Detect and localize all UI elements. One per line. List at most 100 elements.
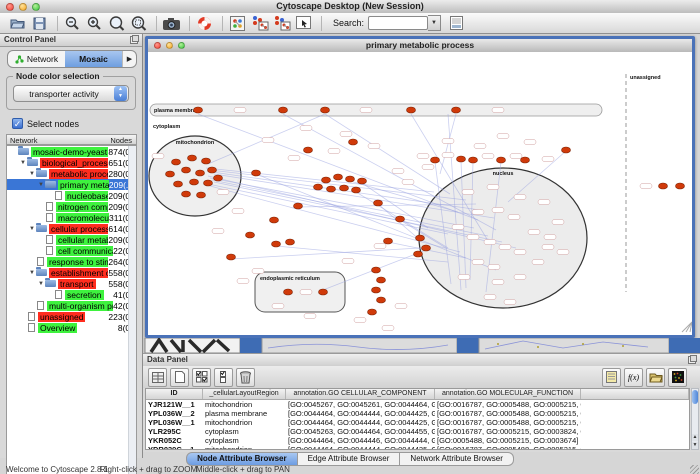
tree-row-transport[interactable]: ▼transport558(0) <box>7 278 136 289</box>
network-node[interactable] <box>319 289 328 295</box>
float-panel-icon[interactable] <box>688 356 696 364</box>
network-view-window[interactable]: primary metabolic process plasma membran… <box>145 36 695 338</box>
network-node[interactable] <box>190 179 199 185</box>
delete-attribute-icon[interactable] <box>236 368 255 387</box>
network-node[interactable] <box>204 180 213 186</box>
tree-scrollbar[interactable] <box>128 146 136 474</box>
table-row[interactable]: YDR039C__1mitochondrion[GO:0044464, GO:0… <box>146 445 689 450</box>
network-node[interactable] <box>284 289 293 295</box>
unselect-attributes-icon[interactable] <box>214 368 233 387</box>
float-panel-icon[interactable] <box>130 36 138 44</box>
network-node[interactable] <box>196 170 205 176</box>
select-attributes-icon[interactable] <box>192 368 211 387</box>
help-icon[interactable] <box>195 15 214 32</box>
resize-grip[interactable] <box>690 465 699 474</box>
expander-icon[interactable]: ▼ <box>28 270 36 276</box>
tree-row-nitrogen-compo[interactable]: nitrogen compo209(0) <box>7 201 136 212</box>
network-node[interactable] <box>497 157 506 163</box>
tab-network[interactable]: Network <box>8 51 65 67</box>
attribute-page-icon[interactable] <box>447 15 466 32</box>
node-attribute-table[interactable]: ID_cellularLayoutRegionannotation.GO CEL… <box>145 388 690 450</box>
network-node[interactable] <box>188 155 197 161</box>
tree-row-response-to-stimulu[interactable]: response to stimulu264(0) <box>7 256 136 267</box>
network-node[interactable] <box>384 238 393 244</box>
network-node[interactable] <box>246 232 255 238</box>
expander-icon[interactable]: ▼ <box>37 281 45 287</box>
tree-row-cellular-metabo[interactable]: cellular metabo209(0) <box>7 234 136 245</box>
table-scrollbar[interactable]: ▲ ▼ <box>691 388 699 450</box>
network-canvas[interactable]: plasma membranecytoplasmmitochondrionnuc… <box>148 52 692 335</box>
network-node[interactable] <box>374 200 383 206</box>
snapshot-icon[interactable] <box>162 15 181 32</box>
network-node[interactable] <box>208 167 217 173</box>
table-header-row[interactable]: ID_cellularLayoutRegionannotation.GO CEL… <box>146 389 689 400</box>
network-node[interactable] <box>676 183 685 189</box>
network-node[interactable] <box>321 107 330 113</box>
zoom-in-icon[interactable] <box>85 15 104 32</box>
network-node[interactable] <box>294 203 303 209</box>
column-header[interactable]: annotation.GO MOLECULAR_FUNCTION <box>435 389 581 399</box>
zoom-selected-icon[interactable] <box>129 15 148 32</box>
scrollbar-thumb[interactable] <box>692 390 698 404</box>
network-node[interactable] <box>172 159 181 165</box>
network-node[interactable] <box>372 287 381 293</box>
network-node[interactable] <box>214 175 223 181</box>
network-node[interactable] <box>182 191 191 197</box>
tree-row-secretion[interactable]: secretion41(0) <box>7 289 136 300</box>
expander-icon[interactable]: ▼ <box>28 171 36 177</box>
network-node[interactable] <box>286 239 295 245</box>
tree-row-primary-metabo[interactable]: ▼primary metabo209(... <box>7 179 136 190</box>
network-node[interactable] <box>174 181 183 187</box>
annotation-icon[interactable] <box>294 15 313 32</box>
network-node[interactable] <box>457 156 466 162</box>
expander-icon[interactable]: ▼ <box>37 182 45 188</box>
network-node[interactable] <box>327 186 336 192</box>
network-node[interactable] <box>197 192 206 198</box>
table-row[interactable]: YJR121W__1mitochondrion[GO:0045267, GO:0… <box>146 400 689 409</box>
network-node[interactable] <box>377 277 386 283</box>
table-row[interactable]: YKR052Ccytoplasm[GO:0044464, GO:0044446,… <box>146 436 689 445</box>
network-node[interactable] <box>304 147 313 153</box>
network-node[interactable] <box>252 170 261 176</box>
network-node[interactable] <box>521 157 530 163</box>
network-node[interactable] <box>372 267 381 273</box>
formula-icon[interactable]: f(x) <box>624 368 643 387</box>
network-node[interactable] <box>396 216 405 222</box>
tab-mosaic[interactable]: Mosaic <box>65 51 122 67</box>
network-node[interactable] <box>227 254 236 260</box>
tree-row-cellular-process[interactable]: ▼cellular process614(0) <box>7 223 136 234</box>
network-node[interactable] <box>340 185 349 191</box>
network-node[interactable] <box>452 107 461 113</box>
network-node[interactable] <box>407 107 416 113</box>
tree-row-nucleobase-[interactable]: nucleobase-209(0) <box>7 190 136 201</box>
app-titlebar[interactable]: Cytoscape Desktop (New Session) <box>0 0 700 14</box>
tree-row-overview[interactable]: Overview8(0) <box>7 322 136 333</box>
copy-network-alt-icon[interactable] <box>272 15 291 32</box>
network-node[interactable] <box>334 174 343 180</box>
layout-icon[interactable] <box>228 15 247 32</box>
tree-row-establishment-of-lo[interactable]: ▼establishment of lo558(0) <box>7 267 136 278</box>
tree-row-multi-organism-pro[interactable]: multi-organism pro42(0) <box>7 300 136 311</box>
network-node[interactable] <box>166 171 175 177</box>
network-node[interactable] <box>349 139 358 145</box>
import-attributes-icon[interactable] <box>646 368 665 387</box>
network-node[interactable] <box>346 176 355 182</box>
network-node[interactable] <box>322 177 331 183</box>
network-node[interactable] <box>416 235 425 241</box>
tree-row-metabolic-process[interactable]: ▼metabolic process280(0) <box>7 168 136 179</box>
network-node[interactable] <box>562 147 571 153</box>
network-node[interactable] <box>279 107 288 113</box>
network-node[interactable] <box>270 217 279 223</box>
network-node[interactable] <box>194 107 203 113</box>
network-node[interactable] <box>659 183 668 189</box>
new-attribute-icon[interactable] <box>170 368 189 387</box>
zoom-out-icon[interactable] <box>63 15 82 32</box>
expander-icon[interactable]: ▼ <box>19 160 27 166</box>
network-node[interactable] <box>272 241 281 247</box>
tree-row-mosaic-demo-yeast[interactable]: mosaic-demo-yeast874(0) <box>7 146 136 157</box>
expander-icon[interactable]: ▼ <box>28 226 36 232</box>
network-view-titlebar[interactable]: primary metabolic process <box>148 39 692 53</box>
tree-row-macromolecule[interactable]: macromolecule311(0) <box>7 212 136 223</box>
network-node[interactable] <box>414 251 423 257</box>
select-nodes-option[interactable]: ✓ Select nodes <box>12 118 79 129</box>
